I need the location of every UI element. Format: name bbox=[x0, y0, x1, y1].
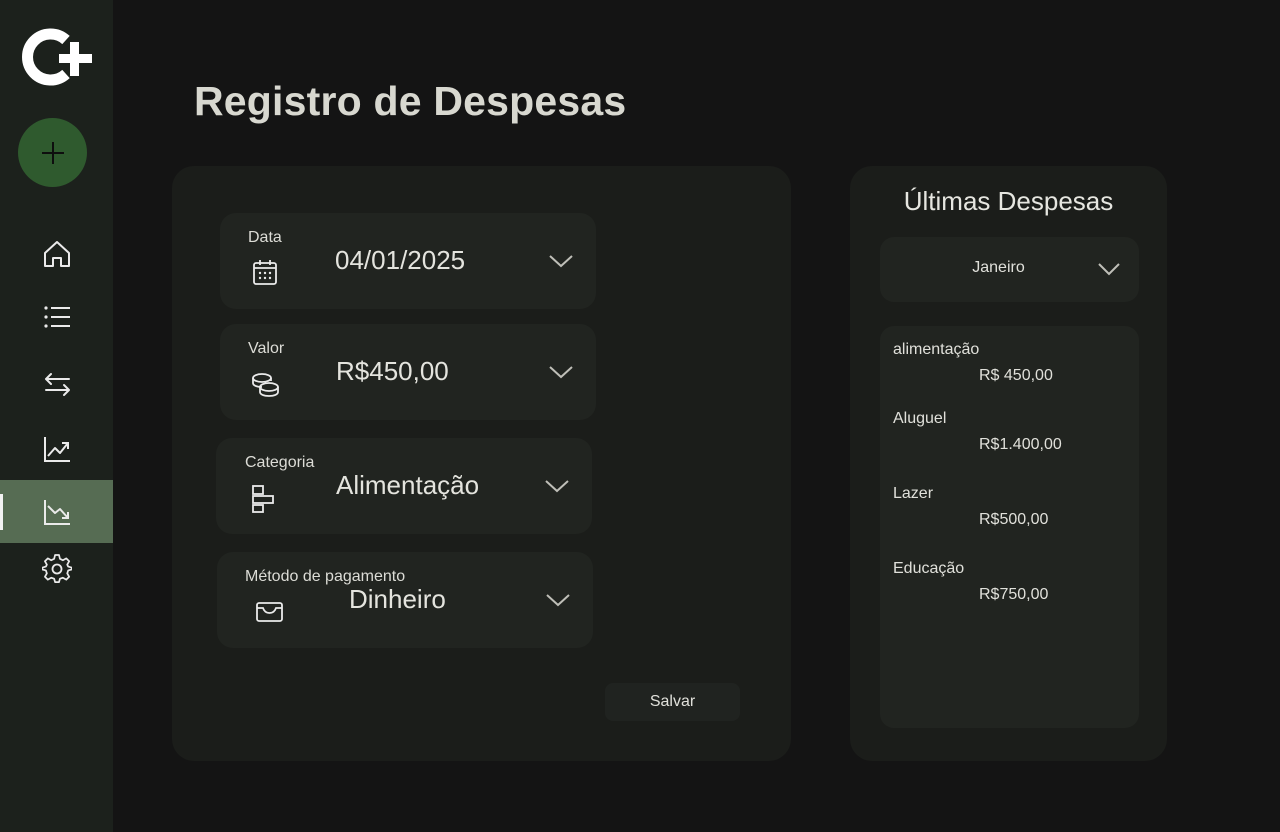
wallet-icon bbox=[256, 602, 283, 622]
add-expense-button[interactable] bbox=[18, 118, 87, 187]
nav-list[interactable] bbox=[0, 285, 113, 348]
list-item[interactable]: Educação R$750,00 bbox=[893, 560, 1133, 612]
category-value: Alimentação bbox=[336, 470, 480, 500]
sidebar bbox=[0, 0, 113, 832]
category-label: Categoria bbox=[245, 454, 315, 471]
payment-method-value: Dinheiro bbox=[349, 584, 446, 614]
expense-category: alimentação bbox=[893, 341, 980, 358]
page-title: Registro de Despesas bbox=[194, 78, 627, 124]
chevron-down-icon bbox=[549, 366, 573, 379]
logo[interactable] bbox=[22, 26, 94, 88]
nav-expenses[interactable] bbox=[0, 480, 113, 543]
transfer-icon bbox=[44, 372, 70, 396]
expense-category: Aluguel bbox=[893, 410, 947, 427]
date-value: 04/01/2025 bbox=[335, 245, 466, 275]
chevron-down-icon bbox=[1098, 263, 1120, 276]
list-item[interactable]: Lazer R$500,00 bbox=[893, 485, 1133, 537]
home-icon bbox=[43, 240, 70, 267]
nav-transfers[interactable] bbox=[0, 352, 113, 415]
save-button[interactable]: Salvar bbox=[605, 683, 740, 721]
expense-value: R$750,00 bbox=[979, 586, 1049, 603]
chevron-down-icon bbox=[545, 480, 569, 493]
month-select-value: Janeiro bbox=[972, 259, 1025, 276]
amount-field[interactable]: Valor R$450,00 bbox=[220, 324, 596, 420]
coins-icon bbox=[252, 373, 279, 397]
date-label: Data bbox=[248, 229, 282, 246]
nav-home[interactable] bbox=[0, 222, 113, 285]
expense-value: R$500,00 bbox=[979, 511, 1049, 528]
list-icon bbox=[43, 305, 70, 328]
recent-expenses-panel: Últimas Despesas Janeiro alimentação R$ … bbox=[850, 166, 1167, 761]
chevron-down-icon bbox=[546, 594, 570, 607]
date-field[interactable]: Data 04/01/2025 bbox=[220, 213, 596, 309]
expense-value: R$1.400,00 bbox=[979, 436, 1062, 453]
list-item[interactable]: alimentação R$ 450,00 bbox=[893, 341, 1133, 393]
payment-method-field[interactable]: Método de pagamento Dinheiro bbox=[217, 552, 593, 648]
expense-form: Data 04/01/2025 Valor R$450,00 Categoria… bbox=[172, 166, 791, 761]
month-select[interactable]: Janeiro bbox=[880, 237, 1139, 302]
category-field[interactable]: Categoria Alimentação bbox=[216, 438, 592, 534]
chart-up-icon bbox=[43, 436, 70, 462]
gear-icon bbox=[41, 553, 72, 583]
expense-category: Educação bbox=[893, 560, 965, 577]
list-item[interactable]: Aluguel R$1.400,00 bbox=[893, 410, 1133, 462]
category-icon bbox=[252, 485, 274, 513]
nav-income[interactable] bbox=[0, 417, 113, 480]
app: Registro de Despesas Data 04/01/2025 Val… bbox=[0, 0, 1280, 832]
amount-label: Valor bbox=[248, 340, 285, 357]
recent-expenses-title: Últimas Despesas bbox=[903, 186, 1114, 216]
expense-category: Lazer bbox=[893, 485, 934, 502]
chart-down-icon bbox=[43, 499, 70, 525]
plus-icon bbox=[41, 141, 64, 164]
calendar-icon bbox=[253, 260, 277, 285]
amount-value: R$450,00 bbox=[336, 356, 449, 386]
chevron-down-icon bbox=[549, 255, 573, 268]
nav-settings[interactable] bbox=[0, 537, 113, 600]
expense-value: R$ 450,00 bbox=[979, 367, 1053, 384]
expense-list: alimentação R$ 450,00 Aluguel R$1.400,00… bbox=[880, 326, 1139, 728]
